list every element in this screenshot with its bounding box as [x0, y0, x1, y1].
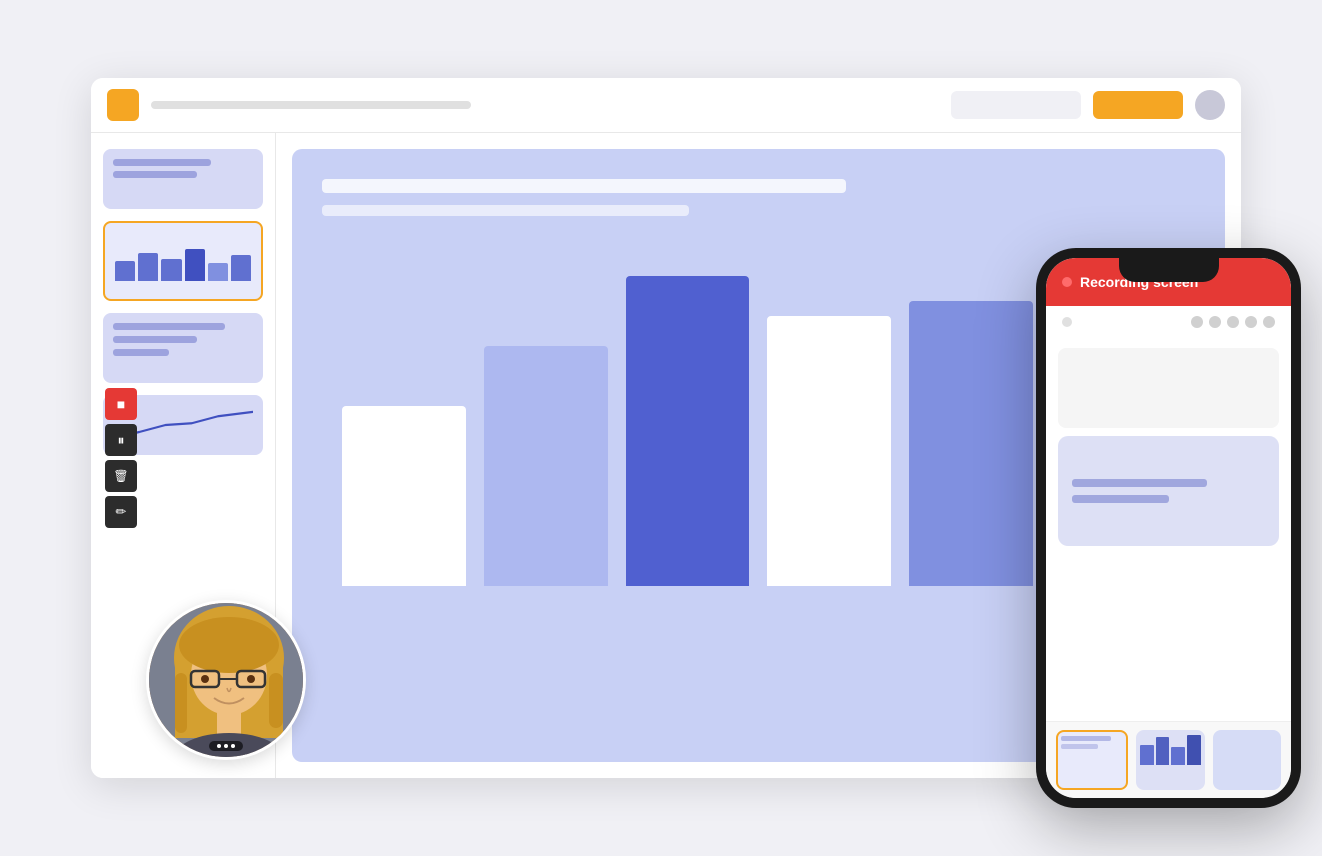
phone-nav-dot-6[interactable] — [1263, 316, 1275, 328]
phone-nav-dots — [1046, 306, 1291, 338]
phone-tab-bar-4 — [1187, 735, 1201, 765]
phone-tab-3[interactable] — [1213, 730, 1281, 790]
phone-tab-2[interactable] — [1136, 730, 1204, 790]
phone-card-main[interactable] — [1058, 436, 1279, 546]
phone-content — [1046, 338, 1291, 721]
phone-tab-bar-3 — [1171, 747, 1185, 765]
dot-2 — [224, 744, 228, 748]
mini-bar-chart — [115, 241, 251, 281]
search-bar[interactable] — [951, 91, 1081, 119]
phone-notch — [1119, 258, 1219, 282]
nav-bar — [151, 101, 471, 109]
bar-3a — [626, 276, 750, 586]
mini-bar-5 — [208, 263, 228, 281]
bar-group-1 — [342, 406, 466, 586]
recording-indicator-dot — [1062, 277, 1072, 287]
chart-subtitle-bar — [322, 205, 689, 216]
webcam-avatar[interactable] — [146, 600, 306, 760]
pause-icon: ⏸ — [118, 432, 125, 449]
sidebar-card-3-line-3 — [113, 349, 169, 356]
browser-toolbar — [91, 78, 1241, 133]
sidebar-card-1-line-2 — [113, 171, 197, 178]
sidebar-card-1-line-1 — [113, 159, 211, 166]
bar-1a — [342, 406, 466, 586]
scene: ■ ⏸ 🗑 ✏ — [51, 48, 1271, 808]
sidebar-card-3-line-2 — [113, 336, 197, 343]
dot-3 — [231, 744, 235, 748]
sidebar-card-1[interactable] — [103, 149, 263, 209]
bar-5a — [909, 301, 1033, 586]
edit-button[interactable]: ✏ — [105, 496, 137, 528]
phone-nav-dot-5[interactable] — [1245, 316, 1257, 328]
phone-screen: Recording screen — [1046, 258, 1291, 798]
mini-bar-2 — [138, 253, 158, 281]
dot-1 — [217, 744, 221, 748]
phone-nav-dot-4[interactable] — [1227, 316, 1239, 328]
delete-button[interactable]: 🗑 — [105, 460, 137, 492]
bar-group-2 — [484, 346, 608, 586]
mini-bar-4 — [185, 249, 205, 281]
phone-nav-dot-1[interactable] — [1062, 317, 1072, 327]
person-svg — [149, 603, 306, 760]
phone-placeholder-area — [1058, 348, 1279, 428]
phone-tab-mini-bars — [1136, 730, 1204, 765]
sidebar-card-2-active[interactable] — [103, 221, 263, 301]
phone-card-line-1 — [1072, 479, 1207, 487]
sidebar-card-3-line-1 — [113, 323, 225, 330]
edit-icon: ✏ — [116, 504, 127, 520]
phone-nav-dot-2[interactable] — [1191, 316, 1203, 328]
toolbar-icons: ■ ⏸ 🗑 ✏ — [105, 388, 137, 528]
bar-group-3 — [626, 276, 750, 586]
cta-button[interactable] — [1093, 91, 1183, 119]
phone-mockup: Recording screen — [1036, 248, 1301, 808]
app-logo — [107, 89, 139, 121]
record-stop-icon: ■ — [117, 396, 125, 412]
pause-button[interactable]: ⏸ — [105, 424, 137, 456]
phone-tab-bar-2 — [1156, 737, 1170, 765]
bar-4a — [767, 316, 891, 586]
record-stop-button[interactable]: ■ — [105, 388, 137, 420]
phone-nav-dot-3[interactable] — [1209, 316, 1221, 328]
bar-2a — [484, 346, 608, 586]
bar-group-4 — [767, 316, 891, 586]
chart-title-bar — [322, 179, 846, 193]
user-avatar[interactable] — [1195, 90, 1225, 120]
phone-card-line-2 — [1072, 495, 1169, 503]
avatar-menu-dots[interactable] — [209, 741, 243, 751]
phone-tab-1-active[interactable] — [1056, 730, 1128, 790]
phone-bottom-tabs — [1046, 721, 1291, 798]
mini-bar-1 — [115, 261, 135, 281]
mini-bar-3 — [161, 259, 181, 281]
mini-bar-6 — [231, 255, 251, 281]
delete-icon: 🗑 — [113, 469, 128, 483]
phone-tab-bar-1 — [1140, 745, 1154, 765]
bar-group-5 — [909, 301, 1033, 586]
person-image — [149, 603, 303, 757]
sidebar-card-3[interactable] — [103, 313, 263, 383]
